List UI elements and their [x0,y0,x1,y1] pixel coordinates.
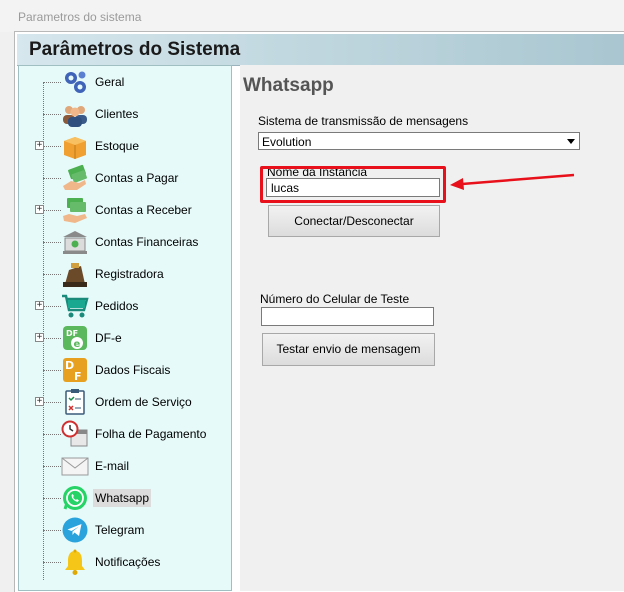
sidebar-item-label: Folha de Pagamento [95,427,207,441]
svg-text:e: e [74,339,81,350]
settings-tree: Geral Clientes + Estoque Contas a Pagar … [18,65,232,591]
sidebar-item-label: Dados Fiscais [95,363,171,377]
expand-toggle[interactable]: + [35,333,44,342]
sidebar-item-dfe[interactable]: + DF e DF-e [19,322,231,354]
money-hand-icon [63,164,88,190]
sidebar-item-contas-financeiras[interactable]: Contas Financeiras [19,226,231,258]
sidebar-item-folha-de-pagamento[interactable]: Folha de Pagamento [19,418,231,450]
cart-icon [62,294,89,318]
sidebar-item-label: Clientes [95,107,139,121]
sidebar-item-clientes[interactable]: Clientes [19,98,231,130]
df-icon: D F [63,358,87,383]
sidebar-item-label: Telegram [95,523,145,537]
sidebar-item-label: DF-e [95,331,122,345]
sidebar-item-label: Contas a Pagar [95,171,179,185]
svg-text:F: F [74,370,82,383]
system-label: Sistema de transmissão de mensagens [258,114,469,128]
cash-register-icon [63,263,87,287]
checklist-icon [65,389,85,415]
expand-toggle[interactable]: + [35,141,44,150]
bell-icon [65,549,85,575]
arrow-left-icon [450,173,575,190]
sidebar-item-registradora[interactable]: Registradora [19,258,231,290]
page-header: Parâmetros do Sistema [17,34,624,66]
expand-toggle[interactable]: + [35,397,44,406]
sidebar-item-contas-a-receber[interactable]: + Contas a Receber [19,194,231,226]
sidebar-item-telegram[interactable]: Telegram [19,514,231,546]
sidebar-item-label: Geral [95,75,125,89]
svg-text:DF: DF [66,329,78,338]
sidebar-item-label: Pedidos [95,299,139,313]
chevron-down-icon[interactable] [567,139,575,144]
sidebar-item-contas-a-pagar[interactable]: Contas a Pagar [19,162,231,194]
expand-toggle[interactable]: + [35,301,44,310]
system-select-value: Evolution [262,135,312,149]
svg-text:D: D [65,359,74,372]
sidebar-item-label: E-mail [95,459,130,473]
clock-calendar-icon [61,420,88,447]
telegram-icon [62,517,88,543]
section-title: Whatsapp [243,75,334,96]
sidebar-item-whatsapp[interactable]: Whatsapp [19,482,231,514]
phone-label: Número do Celular de Teste [260,292,410,306]
box-icon [64,137,86,159]
page-title: Parâmetros do Sistema [29,39,241,60]
expand-toggle[interactable]: + [35,205,44,214]
money-receive-icon [63,198,87,223]
dfe-icon: DF e [63,326,87,350]
connect-button[interactable]: Conectar/Desconectar [268,205,440,237]
sidebar-item-pedidos[interactable]: + Pedidos [19,290,231,322]
sidebar-item-label: Contas a Receber [95,203,192,217]
bank-icon [63,231,87,254]
system-select[interactable]: Evolution [258,132,580,150]
sidebar-item-geral[interactable]: Geral [19,66,231,98]
phone-input[interactable] [261,307,434,326]
whatsapp-settings-panel: Whatsapp Sistema de transmissão de mensa… [240,65,624,591]
sidebar-item-email[interactable]: E-mail [19,450,231,482]
whatsapp-icon [63,486,87,510]
sidebar-item-notificacoes[interactable]: Notificações [19,546,231,578]
highlight-box [260,166,446,203]
test-message-button[interactable]: Testar envio de mensagem [262,333,435,366]
sidebar-item-label: Whatsapp [93,489,152,507]
window-titlebar: Parametros do sistema [0,0,624,32]
people-icon [63,106,87,127]
sidebar-item-label: Contas Financeiras [95,235,199,249]
sidebar-item-label: Ordem de Serviço [95,395,192,409]
sidebar-item-estoque[interactable]: + Estoque [19,130,231,162]
envelope-icon [61,457,89,476]
window-title: Parametros do sistema [18,10,142,24]
gears-icon [65,71,86,93]
sidebar-item-label: Registradora [95,267,164,281]
sidebar-item-label: Estoque [95,139,140,153]
sidebar-item-ordem-de-servico[interactable]: + Ordem de Serviço [19,386,231,418]
sidebar-item-label: Notificações [95,555,161,569]
sidebar-item-dados-fiscais[interactable]: D F Dados Fiscais [19,354,231,386]
